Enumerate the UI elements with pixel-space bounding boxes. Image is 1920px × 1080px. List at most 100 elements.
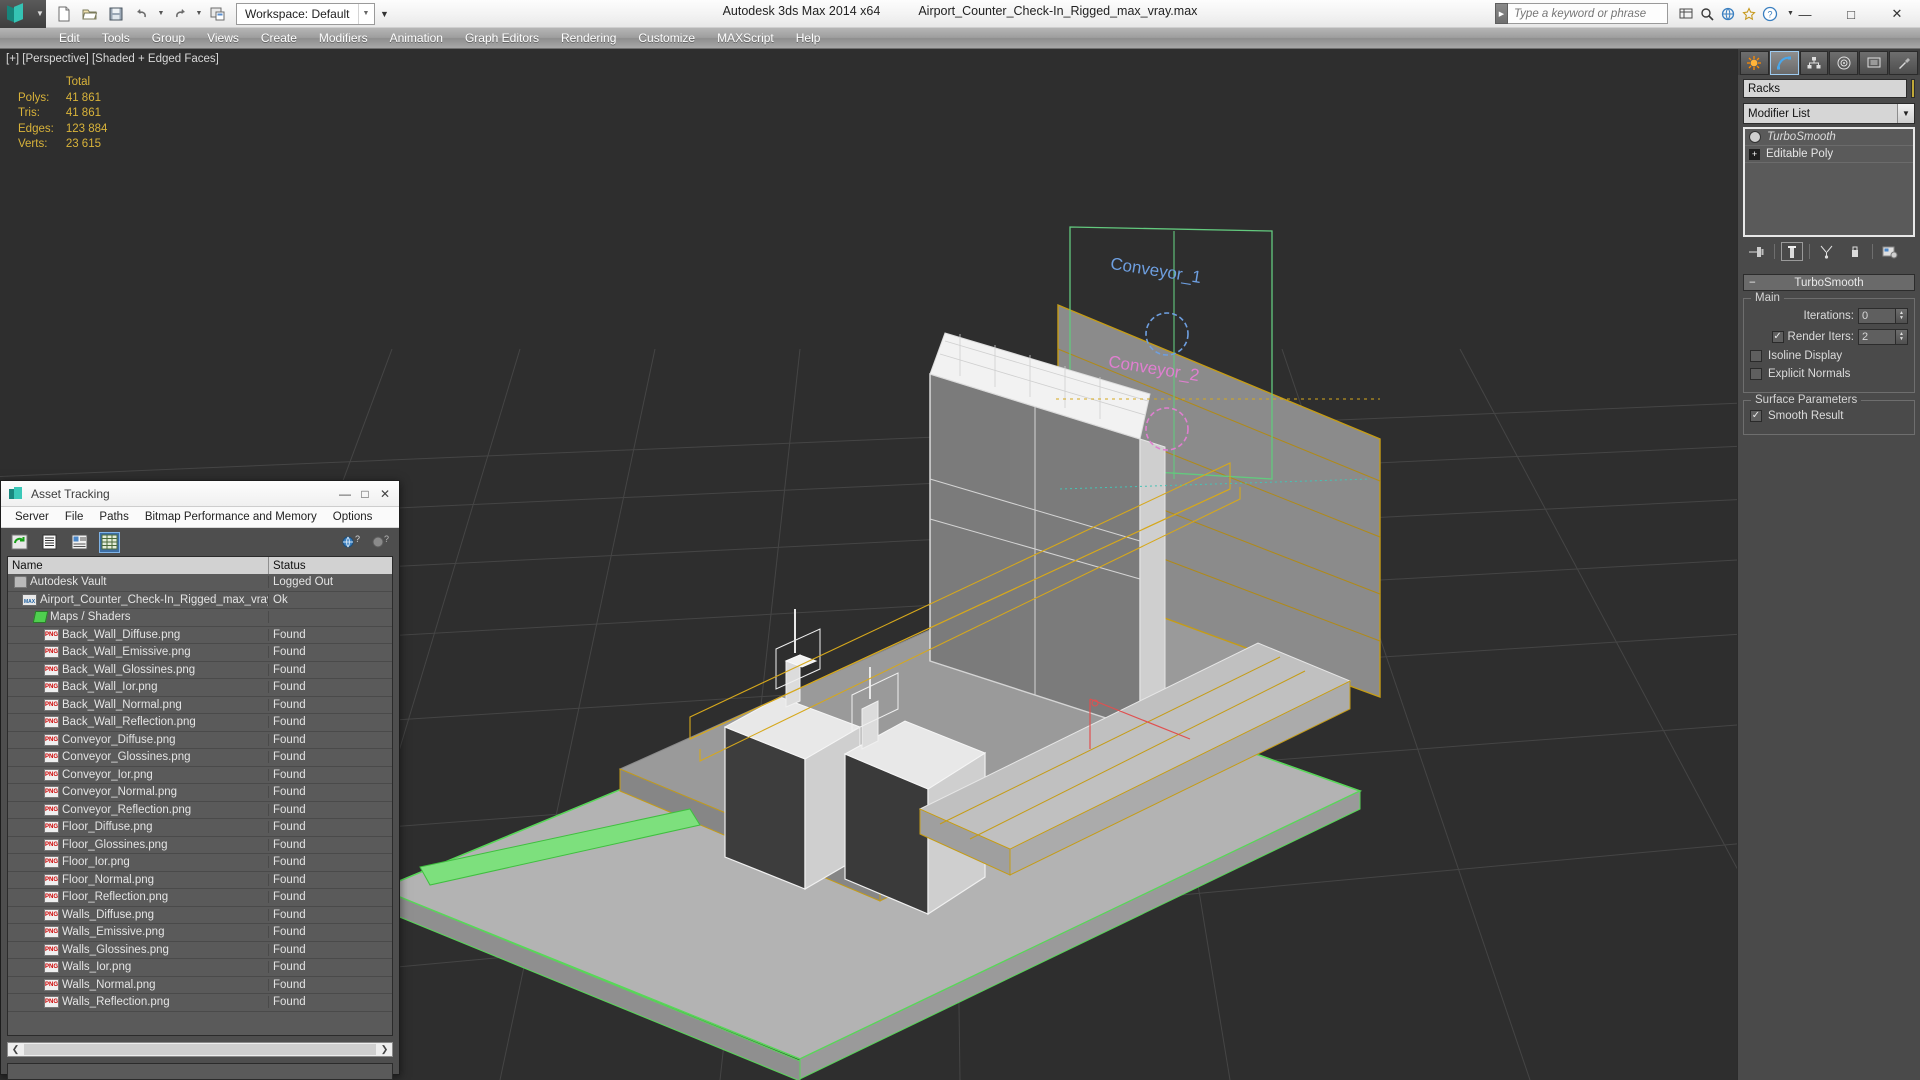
scroll-thumb[interactable] bbox=[24, 1044, 376, 1055]
column-name[interactable]: Name bbox=[8, 557, 269, 574]
iterations-spin-buttons[interactable]: ▲ ▼ bbox=[1896, 308, 1908, 324]
asset-list[interactable]: Name Status Autodesk Vault Logged Out MAX A… bbox=[7, 556, 393, 1036]
asset-row[interactable]: PNG Back_Wall_Glossines.png Found bbox=[8, 662, 392, 679]
asset-name-cell[interactable]: PNG Back_Wall_Glossines.png bbox=[8, 663, 269, 676]
asset-tracking-dialog[interactable]: Asset Tracking — □ ✕ Server File Paths B… bbox=[0, 480, 400, 1080]
search-input[interactable] bbox=[1508, 3, 1668, 24]
asset-name-cell[interactable]: PNG Conveyor_Diffuse.png bbox=[8, 733, 269, 746]
asset-row[interactable]: PNG Conveyor_Normal.png Found bbox=[8, 784, 392, 802]
asset-name-cell[interactable]: PNG Floor_Reflection.png bbox=[8, 891, 269, 904]
minimize-button[interactable]: — bbox=[1782, 0, 1828, 28]
menu-customize[interactable]: Customize bbox=[627, 29, 706, 47]
asset-row[interactable]: PNG Floor_Normal.png Found bbox=[8, 872, 392, 889]
save-file-icon[interactable] bbox=[104, 3, 128, 25]
motion-tab[interactable] bbox=[1829, 51, 1859, 75]
create-tab[interactable] bbox=[1740, 51, 1769, 75]
rollout-collapse-icon[interactable]: − bbox=[1749, 277, 1756, 289]
asset-name-cell[interactable]: PNG Floor_Diffuse.png bbox=[8, 821, 269, 834]
menu-tools[interactable]: Tools bbox=[91, 29, 141, 47]
pin-stack-icon[interactable] bbox=[1746, 242, 1768, 261]
column-status[interactable]: Status bbox=[269, 557, 392, 574]
modifier-stack-item-editable-poly[interactable]: + Editable Poly bbox=[1745, 146, 1913, 163]
asset-row[interactable]: PNG Back_Wall_Emissive.png Found bbox=[8, 644, 392, 662]
menu-graph-editors[interactable]: Graph Editors bbox=[454, 29, 550, 47]
asset-dialog-close-button[interactable]: ✕ bbox=[375, 483, 395, 505]
render-iters-spin-buttons[interactable]: ▲ ▼ bbox=[1896, 329, 1908, 345]
undo-icon[interactable] bbox=[130, 3, 154, 25]
set-project-folder-icon[interactable] bbox=[206, 3, 230, 25]
menu-maxscript[interactable]: MAXScript bbox=[706, 29, 785, 47]
infocenter-icon[interactable] bbox=[1676, 4, 1695, 23]
isoline-display-row[interactable]: Isoline Display bbox=[1750, 350, 1908, 362]
menu-rendering[interactable]: Rendering bbox=[550, 29, 627, 47]
list-view-icon[interactable] bbox=[39, 532, 60, 553]
asset-row[interactable]: PNG Conveyor_Diffuse.png Found bbox=[8, 732, 392, 749]
open-file-icon[interactable] bbox=[78, 3, 102, 25]
asset-row[interactable]: PNG Floor_Glossines.png Found bbox=[8, 837, 392, 854]
render-iters-spinner[interactable]: ▲▼ bbox=[1858, 329, 1908, 345]
hierarchy-tab[interactable] bbox=[1799, 51, 1829, 75]
asset-row[interactable]: PNG Walls_Emissive.png Found bbox=[8, 924, 392, 942]
asset-row[interactable]: PNG Back_Wall_Reflection.png Found bbox=[8, 714, 392, 732]
asset-row[interactable]: PNG Back_Wall_Diffuse.png Found bbox=[8, 627, 392, 644]
smooth-result-row[interactable]: ✓ Smooth Result bbox=[1750, 410, 1908, 422]
asset-name-cell[interactable]: Autodesk Vault bbox=[8, 576, 269, 589]
menu-group[interactable]: Group bbox=[141, 29, 196, 47]
asset-row[interactable]: PNG Walls_Ior.png Found bbox=[8, 959, 392, 977]
menu-modifiers[interactable]: Modifiers bbox=[308, 29, 379, 47]
asset-row[interactable]: PNG Conveyor_Glossines.png Found bbox=[8, 749, 392, 767]
expand-plus-icon[interactable]: + bbox=[1749, 148, 1760, 160]
redo-icon[interactable] bbox=[168, 3, 192, 25]
asset-menu-file[interactable]: File bbox=[57, 509, 92, 525]
asset-row[interactable]: PNG Walls_Normal.png Found bbox=[8, 977, 392, 994]
modifier-list-dropdown[interactable]: Modifier List ▼ bbox=[1743, 103, 1915, 124]
menu-views[interactable]: Views bbox=[196, 29, 250, 47]
refresh-icon[interactable] bbox=[9, 532, 30, 553]
asset-name-cell[interactable]: PNG Walls_Glossines.png bbox=[8, 943, 269, 956]
asset-row[interactable]: PNG Conveyor_Reflection.png Found bbox=[8, 802, 392, 819]
asset-name-cell[interactable]: PNG Walls_Emissive.png bbox=[8, 926, 269, 939]
explicit-normals-row[interactable]: Explicit Normals bbox=[1750, 368, 1908, 380]
asset-list-horizontal-scrollbar[interactable]: ❮ ❯ bbox=[7, 1042, 393, 1057]
asset-name-cell[interactable]: PNG Conveyor_Ior.png bbox=[8, 768, 269, 781]
menu-help[interactable]: Help bbox=[785, 29, 832, 47]
utilities-tab[interactable] bbox=[1889, 51, 1918, 75]
asset-name-cell[interactable]: PNG Back_Wall_Ior.png bbox=[8, 681, 269, 694]
asset-name-cell[interactable]: PNG Floor_Ior.png bbox=[8, 856, 269, 869]
redo-dropdown-icon[interactable]: ▼ bbox=[194, 3, 204, 25]
asset-row[interactable]: PNG Back_Wall_Ior.png Found bbox=[8, 679, 392, 697]
asset-dialog-maximize-button[interactable]: □ bbox=[355, 483, 375, 505]
favorites-star-icon[interactable] bbox=[1739, 4, 1758, 23]
search-box[interactable]: ▶ bbox=[1495, 3, 1668, 24]
explicit-normals-checkbox[interactable] bbox=[1750, 368, 1762, 380]
table-view-icon[interactable] bbox=[99, 531, 120, 553]
detail-view-icon[interactable] bbox=[69, 532, 90, 553]
close-button[interactable]: ✕ bbox=[1874, 0, 1920, 28]
asset-row[interactable]: MAX Airport_Counter_Check-In_Rigged_max_v… bbox=[8, 592, 392, 609]
asset-name-cell[interactable]: PNG Back_Wall_Reflection.png bbox=[8, 716, 269, 729]
scroll-right-icon[interactable]: ❯ bbox=[377, 1044, 392, 1055]
asset-dialog-minimize-button[interactable]: — bbox=[335, 483, 355, 505]
display-tab[interactable] bbox=[1859, 51, 1889, 75]
workspace-selector[interactable]: Workspace: Default ▼ bbox=[236, 2, 375, 25]
subscription-center-icon[interactable] bbox=[1718, 4, 1737, 23]
workspace-chevron-down-icon[interactable]: ▼ bbox=[357, 3, 374, 24]
asset-name-cell[interactable]: Maps / Shaders bbox=[8, 611, 269, 624]
asset-name-cell[interactable]: PNG Conveyor_Normal.png bbox=[8, 786, 269, 799]
iterations-spinner[interactable]: ▲▼ bbox=[1858, 308, 1908, 324]
scroll-left-icon[interactable]: ❮ bbox=[8, 1044, 23, 1055]
asset-row[interactable]: PNG Back_Wall_Normal.png Found bbox=[8, 697, 392, 714]
asset-name-cell[interactable]: MAX Airport_Counter_Check-In_Rigged_max_v… bbox=[8, 593, 269, 606]
object-name-input[interactable] bbox=[1743, 79, 1907, 98]
search-expand-icon[interactable]: ▶ bbox=[1495, 3, 1508, 24]
asset-row[interactable]: PNG Floor_Ior.png Found bbox=[8, 854, 392, 872]
search-icon[interactable] bbox=[1697, 4, 1716, 23]
asset-name-cell[interactable]: PNG Conveyor_Glossines.png bbox=[8, 751, 269, 764]
help-globe-icon[interactable]: ? bbox=[340, 532, 361, 553]
asset-menu-options[interactable]: Options bbox=[325, 509, 381, 525]
asset-name-cell[interactable]: PNG Walls_Diffuse.png bbox=[8, 908, 269, 921]
asset-row[interactable]: PNG Conveyor_Ior.png Found bbox=[8, 767, 392, 784]
modifier-stack-item-turbosmooth[interactable]: TurboSmooth bbox=[1745, 129, 1913, 146]
asset-row[interactable]: PNG Walls_Reflection.png Found bbox=[8, 994, 392, 1012]
help-icon[interactable]: ? bbox=[370, 532, 391, 553]
